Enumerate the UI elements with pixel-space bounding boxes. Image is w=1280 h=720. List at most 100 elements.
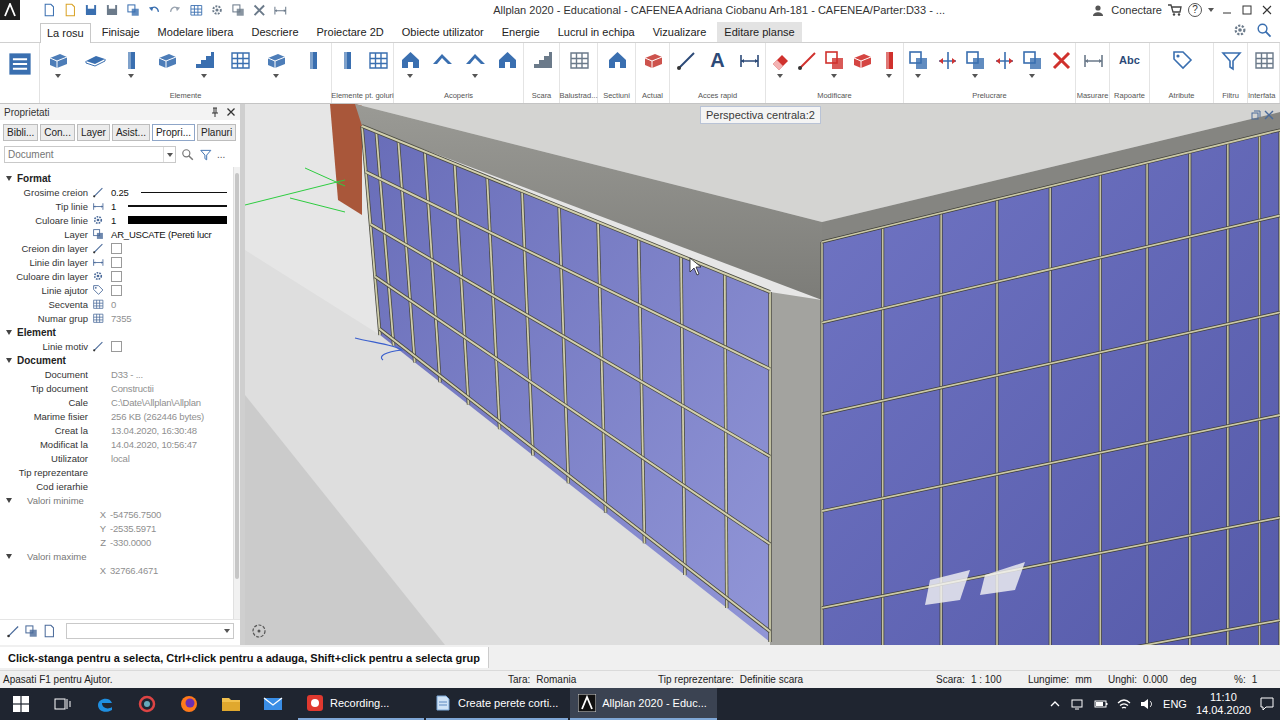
ribbon-tool[interactable] <box>431 49 453 71</box>
object-type-combo[interactable] <box>4 146 176 163</box>
volume-icon[interactable] <box>1140 697 1154 711</box>
tool-dropdown-caret[interactable] <box>128 74 134 78</box>
panel-tab[interactable]: Con... <box>40 124 75 141</box>
sign-in-link[interactable]: Conectare <box>1111 4 1162 16</box>
ribbon-tab[interactable]: La rosu <box>40 23 91 43</box>
property-row[interactable]: Creat la13.04.2020, 16:30:48 <box>0 423 233 437</box>
taskbar-app-button[interactable]: Recording... <box>298 688 424 720</box>
property-row[interactable]: DocumentD33 - ... <box>0 367 233 381</box>
taskbar-app-button[interactable]: Allplan 2020 - Educ... <box>570 688 717 720</box>
tool-dropdown-caret[interactable] <box>273 74 279 78</box>
navigation-orbit-icon[interactable] <box>251 623 267 639</box>
ribbon-tool[interactable] <box>399 49 421 78</box>
application-menu-button[interactable] <box>0 43 40 103</box>
ribbon-tool[interactable] <box>531 49 553 71</box>
status-value[interactable]: Definitie scara <box>740 674 803 685</box>
property-checkbox[interactable] <box>111 243 122 254</box>
property-row[interactable]: Modificat la14.04.2020, 10:56:47 <box>0 437 233 451</box>
filter-tool-icon[interactable] <box>231 3 245 17</box>
property-checkbox[interactable] <box>111 271 122 282</box>
undo-icon[interactable] <box>147 3 161 17</box>
filter-icon[interactable] <box>199 148 212 161</box>
ribbon-tool[interactable]: A <box>706 49 728 71</box>
ribbon-tool[interactable]: Abc <box>1119 49 1141 71</box>
view-restore-icon[interactable] <box>1251 110 1261 120</box>
ribbon-tab[interactable]: Proiectare 2D <box>310 22 391 42</box>
property-section-header[interactable]: Document <box>0 353 233 367</box>
tool-dropdown-caret[interactable] <box>1029 74 1035 78</box>
tool-dropdown-caret[interactable] <box>886 74 892 78</box>
status-field[interactable]: Lungime:mm <box>1028 674 1108 685</box>
panel-tab[interactable]: Planuri <box>197 124 236 141</box>
tool-dropdown-caret[interactable] <box>831 74 837 78</box>
property-row[interactable]: Utilizatorlocal <box>0 451 233 465</box>
ribbon-tool[interactable] <box>738 49 760 71</box>
clock[interactable]: 11:1014.04.2020 <box>1196 691 1251 717</box>
tool-dropdown-caret[interactable] <box>915 74 921 78</box>
ribbon-tool[interactable] <box>878 49 900 78</box>
property-row[interactable]: Numar grup7355 <box>0 311 233 325</box>
customize-icon[interactable] <box>273 3 287 17</box>
panel-tab[interactable]: Bibli... <box>3 124 38 141</box>
panel-scrollbar[interactable] <box>233 167 240 619</box>
object-type-field[interactable] <box>5 147 163 162</box>
panel-tab[interactable]: Asist... <box>112 124 150 141</box>
tool-dropdown-caret[interactable] <box>972 74 978 78</box>
help-dropdown-caret[interactable] <box>1208 8 1214 12</box>
edit-icon[interactable] <box>6 624 20 638</box>
property-row[interactable]: Culoare linie1 <box>0 213 233 227</box>
search-icon[interactable] <box>181 148 194 161</box>
search-icon[interactable] <box>1256 22 1272 38</box>
property-row[interactable]: Cod ierarhie <box>0 479 233 493</box>
property-row[interactable]: Secventa0 <box>0 297 233 311</box>
3d-viewport[interactable]: Perspectiva centrala:2 <box>245 104 1280 645</box>
ribbon-tab[interactable]: Obiecte utilizator <box>395 22 491 42</box>
panel-tab[interactable]: Propri... <box>152 124 195 141</box>
battery-icon[interactable] <box>1094 697 1108 711</box>
tray-overflow-icon[interactable] <box>1048 697 1062 711</box>
property-row[interactable]: Marime fisier256 KB (262446 bytes) <box>0 409 233 423</box>
tool-dropdown-caret[interactable] <box>777 74 783 78</box>
ribbon-tool[interactable] <box>156 49 178 71</box>
status-value[interactable]: Romania <box>536 674 576 685</box>
help-button[interactable]: ? <box>1188 3 1202 17</box>
ribbon-tool[interactable] <box>796 49 818 71</box>
settings-icon[interactable] <box>210 3 224 17</box>
property-section-header[interactable]: Format <box>0 171 233 185</box>
ribbon-tool[interactable] <box>851 49 873 71</box>
status-value[interactable]: 1 : 100 <box>971 674 1002 685</box>
ribbon-tool[interactable] <box>606 49 628 71</box>
status-value[interactable]: 0.000 <box>1143 674 1168 685</box>
property-subgroup[interactable]: Valori minime <box>0 493 233 507</box>
ribbon-tool[interactable] <box>1021 49 1043 78</box>
save-icon[interactable] <box>84 3 98 17</box>
status-field[interactable]: Tara:Romania <box>508 674 658 685</box>
status-field[interactable]: Scara:1 : 100 <box>936 674 1028 685</box>
ribbon-tool[interactable] <box>229 49 251 71</box>
favorites-icon[interactable] <box>24 624 38 638</box>
save-all-icon[interactable] <box>105 3 119 17</box>
property-row[interactable]: Linie din layer <box>0 255 233 269</box>
combo-dropdown-button[interactable] <box>163 147 175 162</box>
expand-triangle[interactable] <box>6 358 12 363</box>
ribbon-tool[interactable] <box>496 49 518 71</box>
property-row[interactable]: Linie ajutor <box>0 283 233 297</box>
ribbon-tool[interactable] <box>193 49 215 78</box>
property-value[interactable] <box>111 257 233 268</box>
task-view-icon[interactable] <box>42 688 84 720</box>
windows-start-icon[interactable] <box>0 688 42 720</box>
cart-icon[interactable] <box>1168 3 1182 17</box>
property-row[interactable]: Culoare din layer <box>0 269 233 283</box>
ribbon-tool[interactable] <box>675 49 697 71</box>
ribbon-tool[interactable] <box>1253 49 1275 71</box>
edge-browser-icon[interactable] <box>84 688 126 720</box>
ribbon-tool[interactable] <box>993 49 1015 71</box>
network-icon[interactable] <box>1071 697 1085 711</box>
panel-close-icon[interactable] <box>226 107 236 117</box>
status-field[interactable]: Unghi:0.000deg <box>1108 674 1234 685</box>
property-row[interactable]: LayerAR_USCATE (Pereti lucr <box>0 227 233 241</box>
property-row[interactable]: Grosime creion0.25 <box>0 185 233 199</box>
property-subgroup[interactable]: Valori maxime <box>0 549 233 563</box>
transfer-icon[interactable] <box>42 624 56 638</box>
options-gear-icon[interactable] <box>1232 22 1248 38</box>
